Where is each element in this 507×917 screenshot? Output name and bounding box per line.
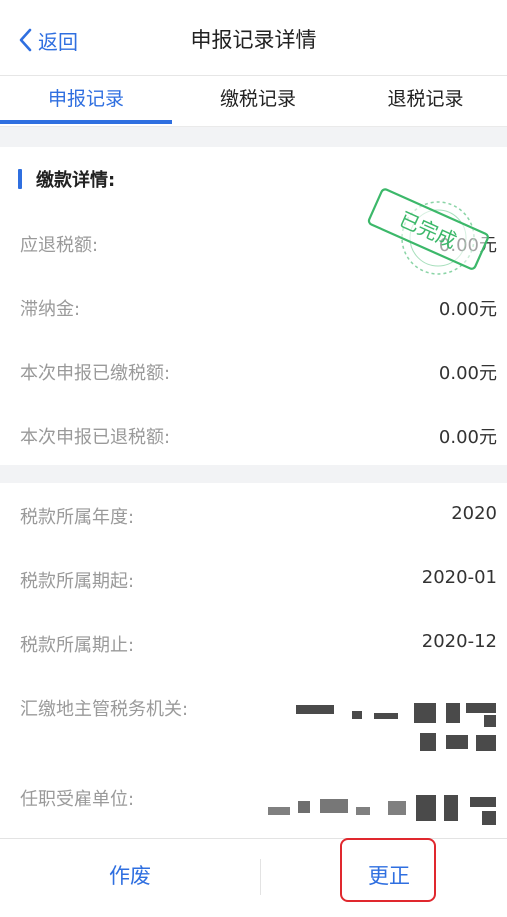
row-value: 2020 (451, 503, 497, 524)
payment-section-header: 缴款详情: (0, 147, 507, 212)
detail-row-period-start: 税款所属期起: 2020-01 (0, 547, 507, 611)
detail-row-tax-year: 税款所属年度: 2020 (0, 483, 507, 547)
row-label: 汇缴地主管税务机关: (20, 699, 189, 720)
row-label: 滞纳金: (20, 299, 81, 320)
detail-row-period-end: 税款所属期止: 2020-12 (0, 611, 507, 675)
tab-declaration-records[interactable]: 申报记录 (0, 76, 172, 126)
active-tab-indicator (0, 120, 172, 124)
section-marker (18, 169, 22, 189)
correct-button-highlight (340, 838, 436, 902)
row-value: 0.00元 (438, 427, 497, 448)
tab-refund-records[interactable]: 退税记录 (344, 76, 507, 126)
row-label: 应退税额: (20, 235, 99, 256)
row-value: 2020-12 (421, 631, 497, 652)
row-label: 本次申报已缴税额: (20, 363, 171, 384)
row-label: 本次申报已退税额: (20, 427, 171, 448)
row-value: 2020-01 (421, 567, 497, 588)
nav-bar: 返回 申报记录详情 (0, 0, 507, 76)
detail-row-refund-due: 应退税额: 0.00元 (0, 211, 507, 275)
detail-row-late-fee: 滞纳金: 0.00元 (0, 275, 507, 339)
row-value: 0.00元 (438, 299, 497, 320)
detail-row-tax-refunded: 本次申报已退税额: 0.00元 (0, 403, 507, 467)
row-label: 税款所属年度: (20, 507, 135, 528)
detail-row-tax-authority: 汇缴地主管税务机关: (0, 675, 507, 765)
row-label: 税款所属期止: (20, 635, 135, 656)
row-value: 0.00元 (438, 235, 497, 256)
row-label: 任职受雇单位: (20, 789, 135, 810)
tab-payment-records[interactable]: 缴税记录 (172, 76, 344, 126)
detail-row-tax-paid: 本次申报已缴税额: 0.00元 (0, 339, 507, 403)
section-divider (0, 127, 507, 147)
payment-section-title: 缴款详情: (36, 170, 116, 191)
section-divider (0, 465, 507, 483)
page-title: 申报记录详情 (190, 28, 317, 52)
row-value: 0.00元 (438, 363, 497, 384)
bottom-safe-area (0, 905, 507, 916)
row-label: 税款所属期起: (20, 571, 135, 592)
detail-row-employer: 任职受雇单位: (0, 765, 507, 838)
